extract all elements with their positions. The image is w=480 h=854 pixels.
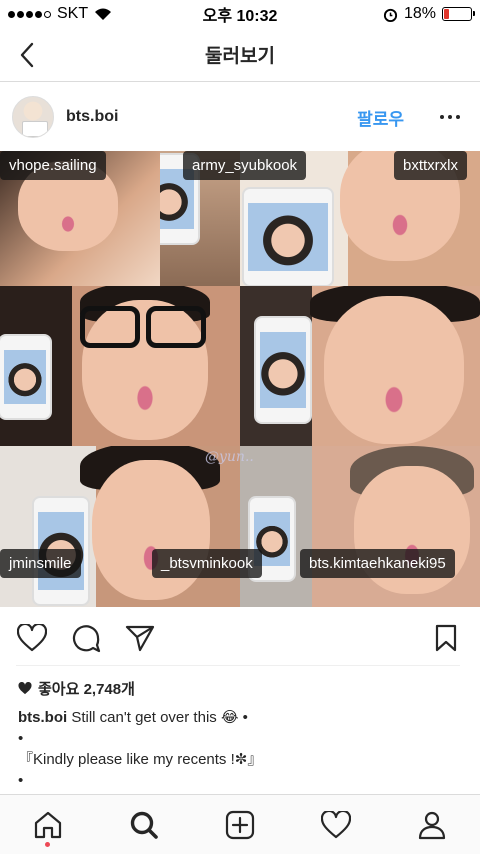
photo-watermark: @yun.. (205, 449, 254, 465)
post-caption: bts.boi Still can't get over this 😂 • • … (18, 707, 468, 791)
post-header: bts.boi 팔로우 (0, 83, 480, 151)
photo-cell (240, 286, 480, 446)
notification-dot (45, 841, 50, 847)
photo-cell (240, 446, 480, 607)
divider (16, 665, 460, 666)
photo-tag[interactable]: army_syubkook (183, 151, 307, 180)
tab-add[interactable] (210, 800, 270, 850)
search-icon (130, 811, 158, 839)
avatar[interactable] (12, 96, 54, 138)
tab-profile[interactable] (402, 800, 462, 850)
photo-tag[interactable]: _btsvminkook (152, 549, 262, 578)
comment-icon (72, 625, 101, 653)
alarm-icon (383, 8, 398, 22)
photo-cell (0, 286, 240, 446)
tab-activity[interactable] (306, 800, 366, 850)
post-username[interactable]: bts.boi (66, 108, 357, 126)
caption-line: 『Kindly please like my recents !✼』 (18, 751, 263, 768)
more-options-icon[interactable] (440, 115, 460, 119)
comment-button[interactable] (70, 622, 102, 654)
nav-bar: 둘러보기 (0, 28, 480, 82)
profile-icon (418, 811, 446, 839)
save-button[interactable] (430, 622, 462, 654)
likes-count[interactable]: 좋아요 2,748개 (18, 678, 135, 699)
caption-line: bts.boi Still can't get over this 😂 • (18, 707, 468, 728)
battery-percent: 18% (403, 5, 436, 22)
status-bar: SKT 오후 10:32 18% (0, 0, 480, 28)
phone-image (242, 187, 334, 286)
back-button[interactable] (14, 40, 40, 70)
caption-text: Still can't get over this 😂 • (71, 709, 248, 726)
tab-home[interactable] (18, 800, 78, 850)
post-photo[interactable]: @yun.. vhope.sailing army_syubkook bxttx… (0, 151, 480, 607)
tab-bar (0, 794, 480, 854)
photo-cell (0, 446, 240, 607)
face-image (324, 296, 464, 444)
home-icon (34, 811, 62, 838)
photo-tag[interactable]: bts.kimtaehkaneki95 (300, 549, 455, 578)
chevron-left-icon (20, 42, 34, 68)
post-actions (0, 607, 480, 669)
battery-icon (442, 7, 475, 21)
carrier-name: SKT (57, 5, 89, 22)
tab-search[interactable] (114, 800, 174, 850)
face-image (92, 460, 210, 600)
caption-line: • (18, 730, 24, 747)
likes-label: 좋아요 2,748개 (38, 681, 135, 698)
wifi-icon (95, 8, 112, 20)
photo-tag[interactable]: jminsmile (0, 549, 81, 578)
follow-button[interactable]: 팔로우 (357, 105, 404, 130)
share-button[interactable] (124, 622, 156, 654)
add-icon (225, 810, 255, 839)
page-title: 둘러보기 (205, 46, 275, 67)
like-button[interactable] (16, 622, 48, 654)
heart-icon (17, 624, 47, 652)
share-icon (125, 625, 155, 652)
photo-tag[interactable]: vhope.sailing (0, 151, 106, 180)
battery-level (444, 9, 449, 19)
caption-username[interactable]: bts.boi (18, 709, 67, 726)
photo-tag[interactable]: bxttxrxlx (394, 151, 468, 180)
phone-image (0, 334, 52, 420)
caption-line: • (18, 772, 24, 789)
bookmark-icon (435, 624, 457, 652)
activity-icon (321, 810, 351, 838)
signal-icon (8, 10, 51, 18)
status-time: 오후 10:32 (202, 8, 278, 25)
heart-icon (18, 682, 32, 695)
phone-image (254, 316, 312, 424)
